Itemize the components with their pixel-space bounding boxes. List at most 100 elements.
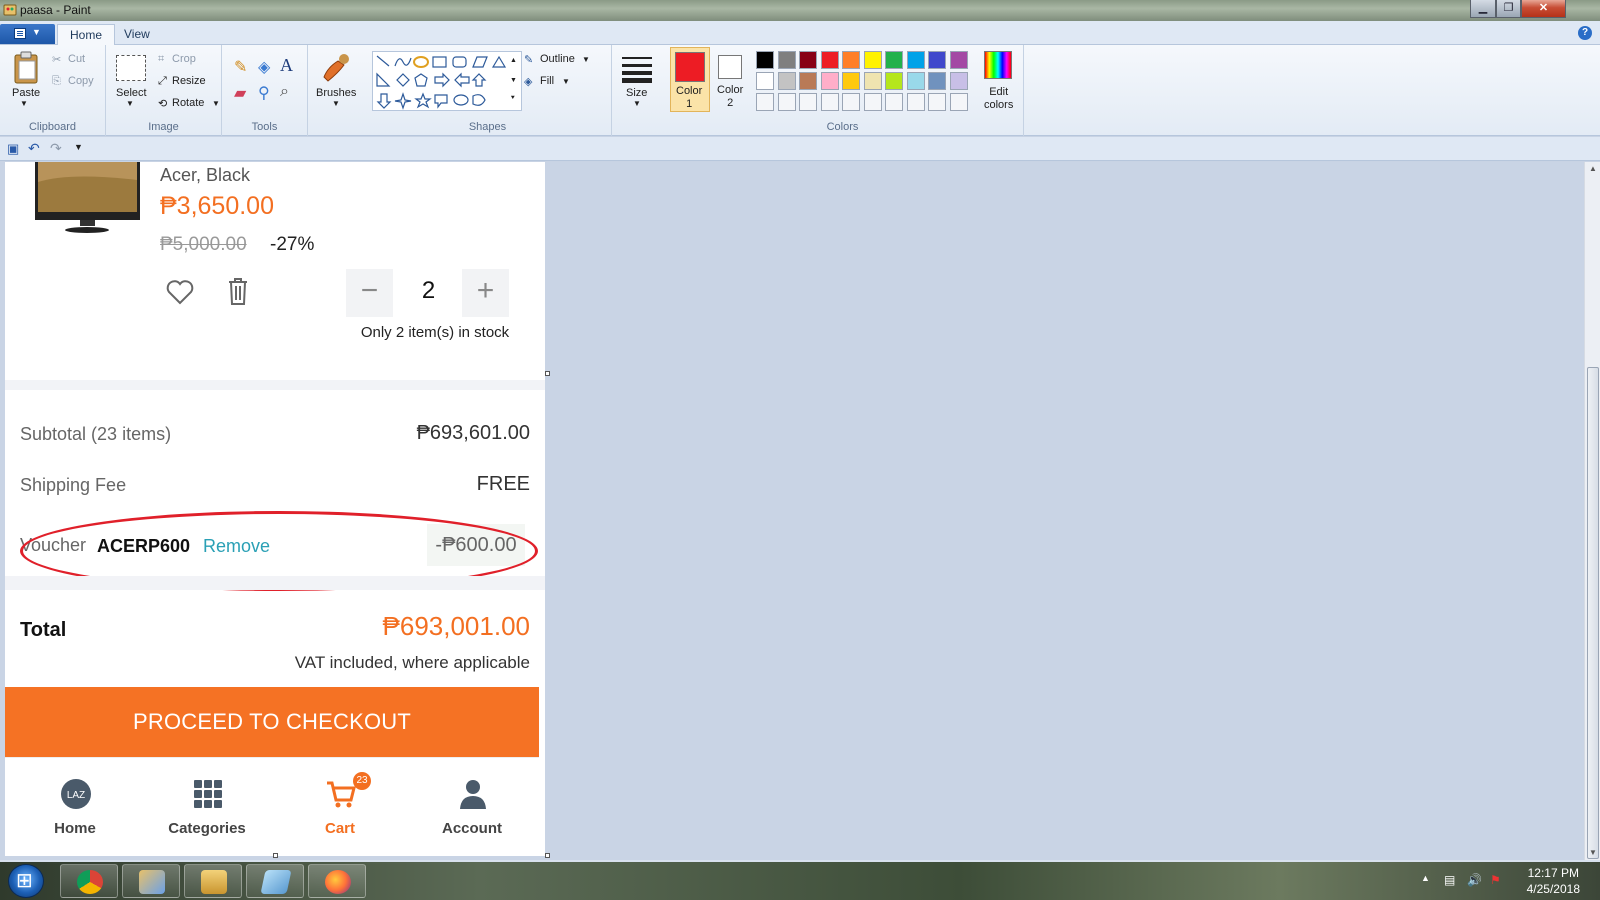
image-canvas[interactable]: Acer, Black ₱3,650.00 ₱5,000.00 -27% − 2… [5, 162, 545, 856]
minimize-button[interactable]: ▁ [1470, 0, 1496, 18]
fill-button[interactable]: Fill [540, 75, 554, 87]
palette-swatch[interactable] [756, 72, 774, 90]
proceed-to-checkout-button[interactable]: PROCEED TO CHECKOUT [5, 687, 539, 757]
action-center-flag-icon[interactable]: ⚑ [1490, 873, 1501, 887]
palette-swatch[interactable] [885, 72, 903, 90]
decrease-quantity-button[interactable]: − [346, 269, 393, 317]
fill-bucket-icon[interactable]: ◈ [258, 57, 270, 77]
palette-swatch[interactable] [820, 93, 839, 111]
volume-icon[interactable]: 🔊 [1467, 873, 1482, 887]
palette-swatch[interactable] [949, 51, 968, 69]
palette-swatch[interactable] [906, 93, 925, 111]
palette-swatch[interactable] [777, 93, 796, 111]
taskbar-firefox[interactable] [308, 864, 366, 898]
palette-swatch[interactable] [756, 93, 774, 111]
shapes-expand-icon[interactable]: ⯆ [510, 95, 516, 103]
brushes-icon[interactable] [318, 51, 352, 85]
palette-swatch[interactable] [928, 93, 946, 111]
taskbar-notes[interactable] [246, 864, 304, 898]
trash-icon[interactable] [226, 276, 250, 306]
magnifier-icon[interactable]: ⌕ [280, 83, 289, 101]
palette-swatch[interactable] [756, 51, 774, 69]
rotate-button[interactable]: Rotate [172, 97, 204, 109]
tab-home[interactable]: Home [57, 24, 116, 46]
scrollbar-thumb[interactable] [1587, 367, 1599, 859]
crop-button[interactable]: Crop [172, 53, 196, 65]
palette-swatch[interactable] [842, 51, 860, 69]
close-button[interactable]: ✕ [1521, 0, 1566, 18]
cut-button[interactable]: Cut [68, 53, 85, 65]
palette-swatch[interactable] [928, 51, 946, 69]
select-dropdown-icon[interactable]: ▼ [126, 99, 134, 108]
palette-swatch[interactable] [799, 93, 817, 111]
text-tool-icon[interactable]: A [280, 55, 293, 76]
taskbar-explorer[interactable] [184, 864, 242, 898]
palette-swatch[interactable] [928, 72, 946, 90]
rotate-dropdown-icon[interactable]: ▼ [212, 99, 220, 108]
scroll-down-icon[interactable]: ▼ [1589, 848, 1597, 857]
brushes-dropdown-icon[interactable]: ▼ [332, 99, 340, 108]
palette-swatch[interactable] [820, 51, 839, 69]
palette-swatch[interactable] [863, 72, 882, 90]
line-size-icon[interactable] [620, 53, 654, 83]
maximize-button[interactable]: ❐ [1496, 0, 1521, 18]
paint-app-icon[interactable] [3, 3, 17, 17]
paste-icon[interactable] [12, 51, 42, 85]
color-picker-icon[interactable]: ⚲ [258, 83, 270, 103]
palette-swatch[interactable] [906, 72, 925, 90]
resize-button[interactable]: Resize [172, 75, 206, 87]
copy-button[interactable]: Copy [68, 75, 94, 87]
palette-swatch[interactable] [777, 51, 796, 69]
palette-swatch[interactable] [842, 72, 860, 90]
palette-swatch[interactable] [842, 93, 860, 111]
select-button[interactable]: Select [116, 87, 147, 99]
taskbar-clock[interactable]: 12:17 PM 4/25/2018 [1527, 865, 1580, 897]
undo-icon[interactable]: ↶ [28, 140, 40, 157]
heart-icon[interactable] [165, 277, 195, 307]
palette-swatch[interactable] [863, 93, 882, 111]
brushes-button[interactable]: Brushes [316, 87, 356, 99]
vertical-scrollbar[interactable]: ▲ ▼ [1584, 162, 1600, 860]
palette-swatch[interactable] [777, 72, 796, 90]
save-icon[interactable]: ▣ [7, 141, 19, 157]
palette-swatch[interactable] [863, 51, 882, 69]
paste-button[interactable]: Paste [12, 87, 40, 99]
edit-colors-button[interactable]: Edit colors [982, 51, 1014, 111]
size-button[interactable]: Size [626, 87, 647, 99]
network-icon[interactable]: ▤ [1444, 873, 1455, 887]
start-button[interactable] [8, 864, 44, 898]
scroll-up-icon[interactable]: ▲ [1589, 164, 1597, 173]
resize-handle-right[interactable] [545, 371, 550, 376]
shapes-gallery[interactable] [372, 51, 522, 111]
size-dropdown-icon[interactable]: ▼ [633, 99, 641, 108]
help-icon[interactable]: ? [1578, 26, 1592, 40]
palette-swatch[interactable] [799, 51, 817, 69]
color1-selector[interactable]: Color 1 [670, 47, 710, 112]
outline-button[interactable]: Outline [540, 53, 575, 65]
increase-quantity-button[interactable]: + [462, 269, 509, 317]
shapes-scroll-up-icon[interactable]: ▲ [510, 57, 517, 64]
resize-handle-bottom[interactable] [273, 853, 278, 858]
tab-view[interactable]: View [112, 24, 162, 46]
redo-icon[interactable]: ↷ [50, 140, 62, 157]
palette-swatch[interactable] [885, 93, 903, 111]
eraser-icon[interactable]: ▰ [234, 83, 246, 103]
taskbar-paint[interactable] [122, 864, 180, 898]
taskbar-chrome[interactable] [60, 864, 118, 898]
palette-swatch[interactable] [949, 72, 968, 90]
select-icon[interactable] [116, 55, 146, 81]
paste-dropdown-icon[interactable]: ▼ [20, 99, 28, 108]
fill-dropdown-icon[interactable]: ▼ [562, 77, 570, 86]
palette-swatch[interactable] [949, 93, 968, 111]
outline-dropdown-icon[interactable]: ▼ [582, 55, 590, 64]
palette-swatch[interactable] [885, 51, 903, 69]
color2-selector[interactable]: Color 2 [712, 47, 752, 112]
palette-swatch[interactable] [906, 51, 925, 69]
shapes-scroll-down-icon[interactable]: ▼ [510, 77, 517, 84]
show-hidden-icons-icon[interactable]: ▲ [1421, 873, 1430, 883]
pencil-icon[interactable]: ✎ [234, 57, 247, 77]
customize-qat-icon[interactable]: ▼ [74, 142, 83, 152]
paint-menu-button[interactable]: ▼ [0, 24, 55, 44]
palette-swatch[interactable] [799, 72, 817, 90]
resize-handle-corner[interactable] [545, 853, 550, 858]
